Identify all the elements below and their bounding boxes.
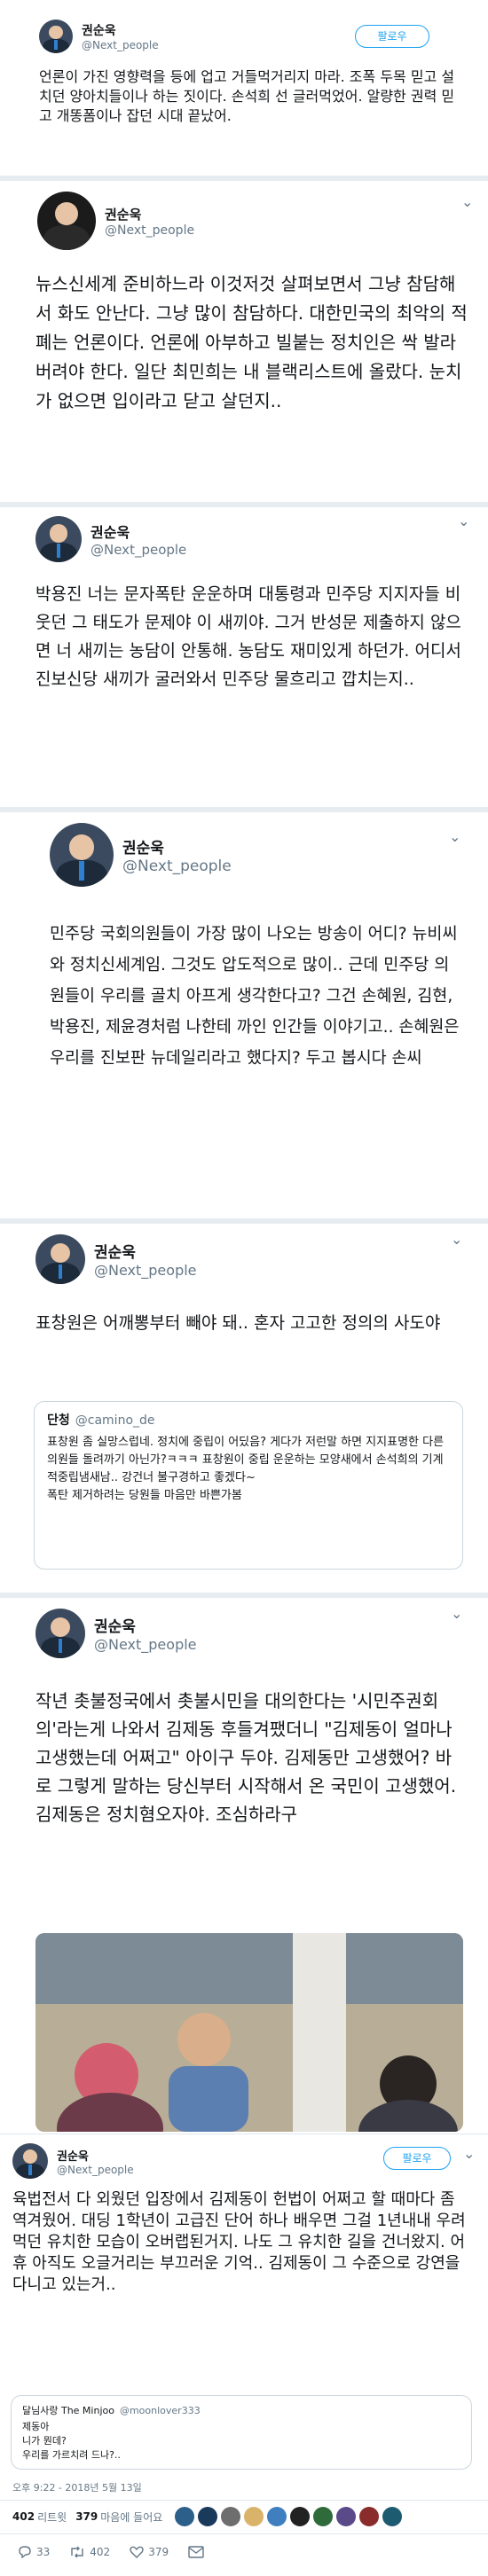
author-name[interactable]: 권순욱 <box>94 1240 197 1262</box>
author-avatar[interactable] <box>35 1234 85 1284</box>
retweet-button[interactable]: 402 <box>69 2546 110 2558</box>
quoted-author-name: 달님사랑 The Minjoo <box>22 2405 114 2416</box>
photo-image <box>35 1933 463 2132</box>
envelope-icon <box>188 2546 204 2558</box>
retweet-icon <box>71 2546 83 2558</box>
retweets-label[interactable]: 리트윗 <box>37 2509 67 2525</box>
author-name[interactable]: 권순욱 <box>105 205 194 223</box>
tweet-text: 민주당 국회의원들이 가장 많이 나오는 방송이 어디? 뉴비씨와 정치신세계임… <box>50 925 460 1068</box>
tweet-actions: 33 402 379 <box>18 2546 228 2558</box>
liker-avatar[interactable] <box>244 2507 264 2526</box>
quoted-tweet-text: 제동아 니가 뭔데? 우리를 가르치려 드나?.. <box>22 2421 121 2461</box>
liker-avatars <box>175 2507 405 2526</box>
chevron-down-icon[interactable]: ⌄ <box>458 513 469 529</box>
tweet-card-5: 권순욱 @Next_people ⌄ 표창원은 어깨뽕부터 빼야 돼.. 혼자 … <box>0 1224 488 1593</box>
author-handle[interactable]: @Next_people <box>82 39 159 51</box>
tweet-card-7: 권순욱 @Next_people 팔로우 ⌄ 육법전서 다 외웠던 입장에서 김… <box>0 2134 488 2576</box>
divider <box>0 2533 488 2534</box>
author-handle[interactable]: @Next_people <box>91 542 186 558</box>
liker-avatar[interactable] <box>313 2507 334 2526</box>
author-handle[interactable]: @Next_people <box>122 857 232 875</box>
engagement-stats: 402 리트윗 379 마음에 들어요 <box>12 2507 405 2526</box>
retweets-count[interactable]: 402 <box>12 2510 35 2523</box>
tweet-timestamp[interactable]: 오후 9:22 - 2018년 5월 13일 <box>12 2480 142 2494</box>
tweet-text: 작년 촛불정국에서 촛불시민을 대의한다는 '시민주권회의'라는게 나와서 김제… <box>35 1690 457 1825</box>
tweet-photo[interactable] <box>35 1933 463 2132</box>
quoted-author-handle: @camino_de <box>75 1413 155 1428</box>
liker-avatar[interactable] <box>290 2507 311 2526</box>
tweet-card-6: 권순욱 @Next_people ⌄ 작년 촛불정국에서 촛불시민을 대의한다는… <box>0 1598 488 2134</box>
liker-avatar[interactable] <box>175 2507 195 2526</box>
author-avatar[interactable] <box>35 516 82 562</box>
tweet-text: 육법전서 다 외웠던 입장에서 김제동이 헌법이 어쩌고 할 때마다 좀 역겨웠… <box>12 2190 466 2294</box>
author-avatar[interactable] <box>12 2143 48 2179</box>
tweet-card-2: 권순욱 @Next_people ⌄ 뉴스신세계 준비하느라 이것저것 살펴보면… <box>0 181 488 502</box>
quoted-tweet[interactable]: 달님사랑 The Minjoo @moonlover333 제동아 니가 뭔데? … <box>11 2395 472 2470</box>
author-avatar[interactable] <box>35 1609 85 1658</box>
reply-count: 33 <box>36 2546 51 2558</box>
liker-avatar[interactable] <box>336 2507 357 2526</box>
likes-label[interactable]: 마음에 들어요 <box>100 2509 162 2525</box>
reply-icon <box>19 2546 31 2558</box>
author-handle[interactable]: @Next_people <box>105 223 194 238</box>
author-name[interactable]: 권순욱 <box>57 2147 134 2164</box>
chevron-down-icon[interactable]: ⌄ <box>461 193 473 210</box>
divider <box>0 2500 488 2501</box>
author-name[interactable]: 권순욱 <box>94 1614 197 1636</box>
author-avatar[interactable] <box>37 192 96 250</box>
chevron-down-icon[interactable]: ⌄ <box>449 828 460 845</box>
liker-avatar[interactable] <box>267 2507 287 2526</box>
author-handle[interactable]: @Next_people <box>57 2164 134 2176</box>
retweet-count: 402 <box>90 2546 111 2558</box>
follow-button[interactable]: 팔로우 <box>355 25 429 48</box>
author-handle[interactable]: @Next_people <box>94 1636 197 1653</box>
quoted-author-name: 단청 <box>47 1413 70 1428</box>
tweet-text: 언론이 가진 영향력을 등에 업고 거들먹거리지 마라. 조폭 두목 믿고 설치… <box>39 68 455 124</box>
author-handle[interactable]: @Next_people <box>94 1262 197 1279</box>
chevron-down-icon[interactable]: ⌄ <box>451 1231 462 1248</box>
author-avatar[interactable] <box>39 20 73 53</box>
author-name[interactable]: 권순욱 <box>82 21 159 39</box>
author-name[interactable]: 권순욱 <box>122 835 232 857</box>
heart-icon <box>130 2546 144 2558</box>
quoted-tweet[interactable]: 단청 @camino_de 표창원 좀 실망스럽네. 정치에 중립이 어딨음? 게… <box>34 1401 463 1570</box>
liker-avatar[interactable] <box>382 2507 403 2526</box>
like-button[interactable]: 379 <box>130 2546 169 2558</box>
follow-button[interactable]: 팔로우 <box>383 2147 451 2170</box>
author-name[interactable]: 권순욱 <box>91 521 186 542</box>
tweet-text: 박용진 너는 문자폭탄 운운하며 대통령과 민주당 지지자들 비웃던 그 태도가… <box>35 584 461 689</box>
message-button[interactable] <box>188 2546 209 2558</box>
quoted-tweet-text: 표창원 좀 실망스럽네. 정치에 중립이 어딨음? 게다가 저런말 하면 지지표… <box>47 1436 445 1502</box>
tweet-text: 표창원은 어깨뽕부터 빼야 돼.. 혼자 고고한 정의의 사도야 <box>35 1313 441 1333</box>
tweet-card-1: 권순욱 @Next_people 팔로우 언론이 가진 영향력을 등에 업고 거… <box>0 0 488 177</box>
tweet-card-4: 권순욱 @Next_people ⌄ 민주당 국회의원들이 가장 많이 나오는 … <box>0 812 488 1218</box>
chevron-down-icon[interactable]: ⌄ <box>463 2145 475 2162</box>
liker-avatar[interactable] <box>359 2507 380 2526</box>
author-avatar[interactable] <box>50 823 114 887</box>
reply-button[interactable]: 33 <box>18 2546 50 2558</box>
quoted-author-handle: @moonlover333 <box>119 2405 201 2416</box>
tweet-text: 뉴스신세계 준비하느라 이것저것 살펴보면서 그냥 참담해서 화도 안난다. 그… <box>35 273 468 411</box>
liker-avatar[interactable] <box>221 2507 241 2526</box>
like-count: 379 <box>148 2546 169 2558</box>
likes-count[interactable]: 379 <box>75 2510 98 2523</box>
tweet-card-3: 권순욱 @Next_people ⌄ 박용진 너는 문자폭탄 운운하며 대통령과… <box>0 507 488 809</box>
chevron-down-icon[interactable]: ⌄ <box>451 1605 462 1622</box>
liker-avatar[interactable] <box>198 2507 218 2526</box>
